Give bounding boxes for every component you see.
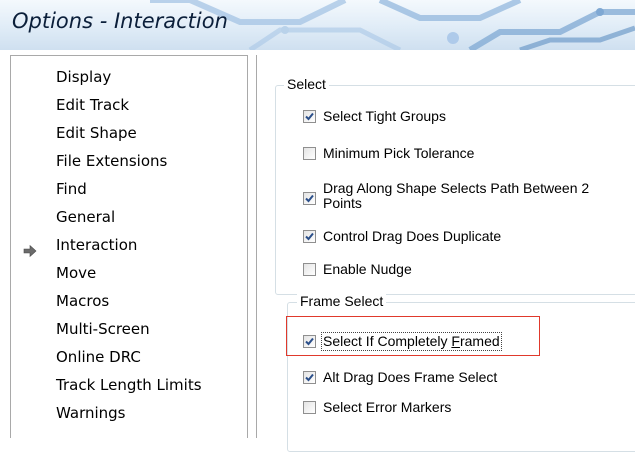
options-category-list[interactable]: Display Edit Track Edit Shape File Exten… bbox=[10, 55, 248, 438]
enable-nudge-checkbox[interactable]: Enable Nudge bbox=[303, 262, 412, 277]
select-error-markers-checkbox[interactable]: Select Error Markers bbox=[303, 400, 451, 415]
nav-item-macros[interactable]: Macros bbox=[56, 288, 109, 314]
select-error-markers-label: Select Error Markers bbox=[323, 399, 452, 415]
select-tight-groups-label: Select Tight Groups bbox=[323, 108, 446, 124]
label-part: ramed bbox=[459, 333, 500, 349]
nav-item-general[interactable]: General bbox=[56, 204, 115, 230]
alt-drag-frame-select-checkbox[interactable]: Alt Drag Does Frame Select bbox=[303, 370, 497, 385]
nav-item-online-drc[interactable]: Online DRC bbox=[56, 344, 141, 370]
minimum-pick-tolerance-label: Minimum Pick Tolerance bbox=[323, 145, 475, 161]
nav-item-move[interactable]: Move bbox=[56, 260, 96, 286]
nav-item-edit-track[interactable]: Edit Track bbox=[56, 92, 129, 118]
nav-item-display[interactable]: Display bbox=[56, 64, 111, 90]
drag-along-shape-label: Drag Along Shape Selects Path Between 2 … bbox=[323, 180, 590, 211]
checkbox-unchecked-icon bbox=[303, 147, 316, 160]
control-drag-duplicate-label: Control Drag Does Duplicate bbox=[323, 228, 502, 244]
nav-item-interaction[interactable]: Interaction bbox=[56, 232, 137, 258]
label-access-key: F bbox=[451, 333, 460, 349]
drag-along-shape-checkbox[interactable]: Drag Along Shape Selects Path Between 2 … bbox=[303, 181, 628, 211]
nav-item-track-length-limits[interactable]: Track Length Limits bbox=[56, 372, 202, 398]
label-part: Select If Completely bbox=[323, 333, 452, 349]
checkbox-unchecked-icon bbox=[303, 401, 316, 414]
checkbox-checked-icon bbox=[303, 371, 316, 384]
checkbox-checked-icon bbox=[303, 335, 316, 348]
interaction-options-panel: Select Select Tight Groups Minimum Pick … bbox=[256, 55, 635, 452]
selected-arrow-icon bbox=[23, 244, 37, 258]
select-completely-framed-checkbox[interactable]: Select If Completely Framed bbox=[303, 332, 502, 351]
enable-nudge-label: Enable Nudge bbox=[323, 261, 412, 277]
select-group-label: Select bbox=[284, 76, 329, 92]
window-title: Options - Interaction bbox=[12, 9, 228, 33]
nav-item-multi-screen[interactable]: Multi-Screen bbox=[56, 316, 150, 342]
nav-item-file-extensions[interactable]: File Extensions bbox=[56, 148, 167, 174]
select-tight-groups-checkbox[interactable]: Select Tight Groups bbox=[303, 109, 446, 124]
minimum-pick-tolerance-checkbox[interactable]: Minimum Pick Tolerance bbox=[303, 146, 474, 161]
options-header-banner: Options - Interaction bbox=[0, 0, 635, 50]
nav-item-edit-shape[interactable]: Edit Shape bbox=[56, 120, 137, 146]
checkbox-unchecked-icon bbox=[303, 263, 316, 276]
alt-drag-frame-select-label: Alt Drag Does Frame Select bbox=[323, 369, 498, 385]
nav-item-warnings[interactable]: Warnings bbox=[56, 400, 126, 426]
checkbox-checked-icon bbox=[303, 110, 316, 123]
checkbox-checked-icon bbox=[303, 191, 316, 205]
frame-select-group-label: Frame Select bbox=[297, 293, 387, 309]
control-drag-duplicate-checkbox[interactable]: Control Drag Does Duplicate bbox=[303, 229, 501, 244]
nav-item-find[interactable]: Find bbox=[56, 176, 87, 202]
checkbox-checked-icon bbox=[303, 230, 316, 243]
select-completely-framed-label: Select If Completely Framed bbox=[321, 332, 502, 351]
